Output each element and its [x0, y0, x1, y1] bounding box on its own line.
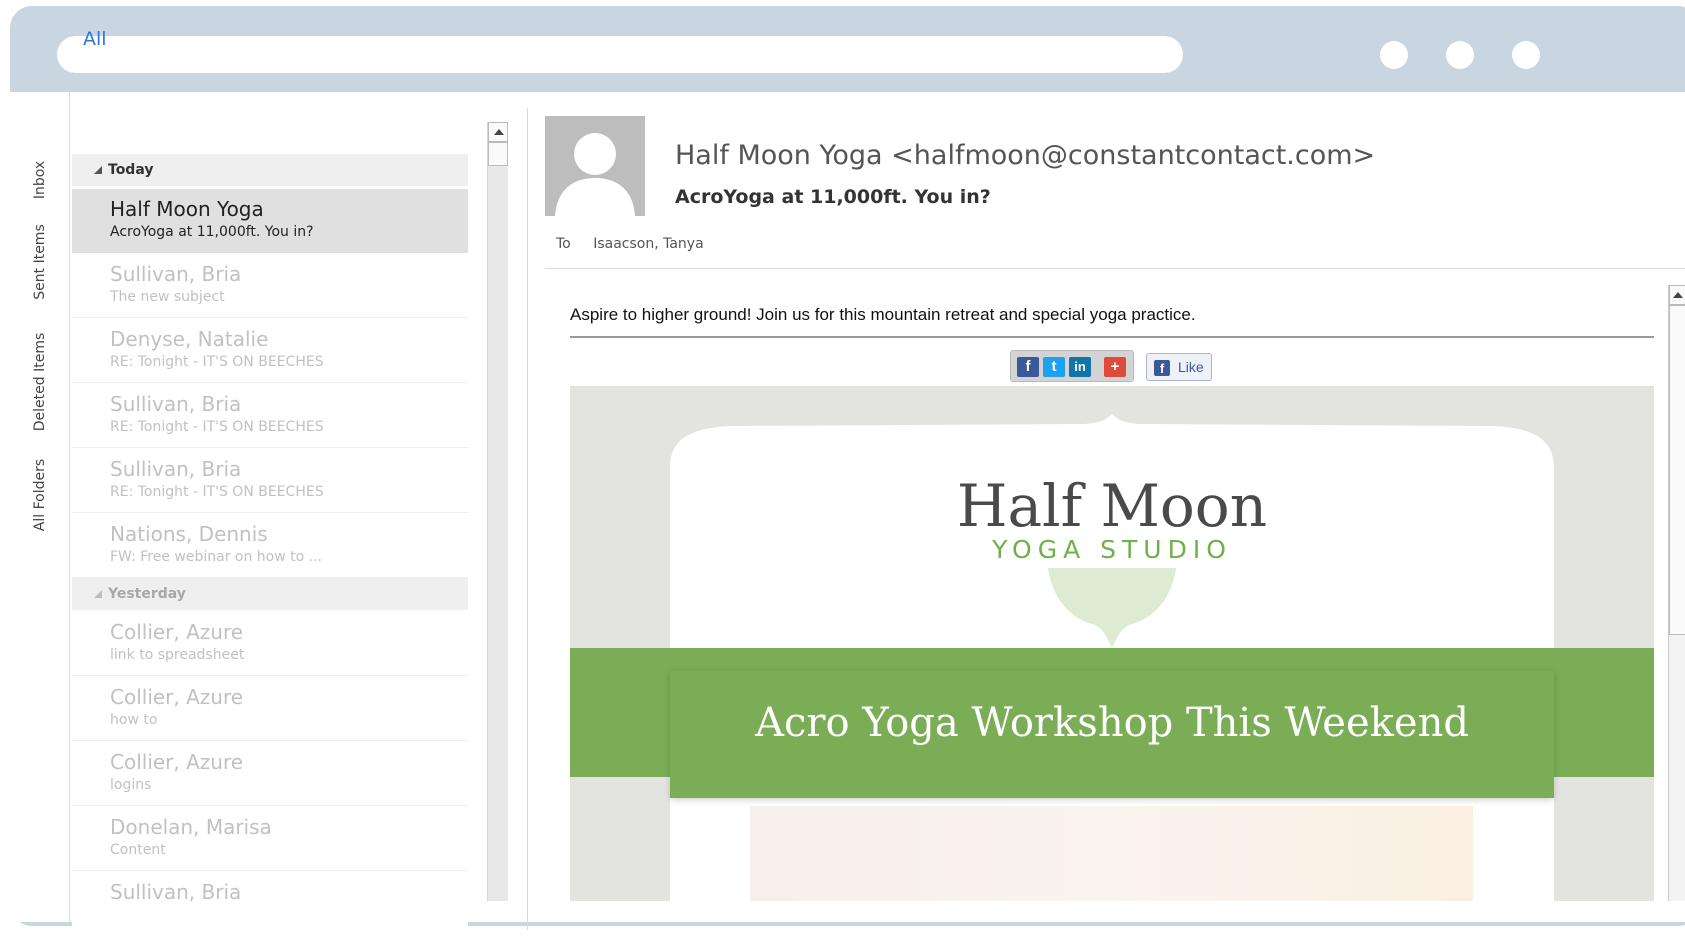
- scroll-thumb[interactable]: [1669, 305, 1685, 635]
- folder-sent-items[interactable]: Sent Items: [32, 224, 48, 299]
- message-subject: The new subject: [110, 289, 225, 305]
- to-recipient[interactable]: Isaacson, Tanya: [593, 236, 703, 252]
- message-sender: Donelan, Marisa: [110, 815, 272, 839]
- message-sender: Denyse, Natalie: [110, 327, 269, 351]
- group-label: Yesterday: [108, 586, 186, 602]
- message-sender: Nations, Dennis: [110, 522, 268, 546]
- message-sender: Sullivan, Bria: [110, 392, 242, 416]
- brand-tagline: YOGA STUDIO: [992, 535, 1232, 564]
- message-sender: Collier, Azure: [110, 750, 244, 774]
- facebook-like-button[interactable]: f Like: [1146, 353, 1212, 381]
- banner-title: Acro Yoga Workshop This Weekend: [755, 700, 1469, 746]
- group-label: Today: [108, 162, 154, 178]
- message-sender: Sullivan, Bria: [110, 880, 242, 904]
- message-subject: RE: Tonight - IT'S ON BEECHES: [110, 484, 324, 500]
- message-item[interactable]: Nations, Dennis FW: Free webinar on how …: [72, 514, 468, 578]
- facebook-icon[interactable]: f: [1017, 357, 1039, 377]
- twitter-icon[interactable]: t: [1043, 357, 1065, 377]
- group-header-yesterday[interactable]: Yesterday: [72, 578, 468, 610]
- collapse-triangle-icon[interactable]: [94, 166, 102, 174]
- message-item[interactable]: Donelan, Marisa Content: [72, 807, 468, 871]
- preheader-text: Aspire to higher ground! Join us for thi…: [570, 305, 1196, 324]
- window-dot-3[interactable]: [1512, 41, 1540, 69]
- message-subject: Content: [110, 842, 166, 858]
- message-item[interactable]: Sullivan, Bria: [72, 872, 468, 936]
- email-subject: AcroYoga at 11,000ft. You in?: [675, 186, 991, 208]
- message-item[interactable]: Sullivan, Bria The new subject: [72, 254, 468, 318]
- message-item[interactable]: Collier, Azure how to: [72, 677, 468, 741]
- scroll-thumb[interactable]: [488, 142, 508, 166]
- message-subject: AcroYoga at 11,000ft. You in?: [110, 224, 314, 240]
- message-subject: logins: [110, 777, 152, 793]
- window-dot-1[interactable]: [1380, 41, 1408, 69]
- message-sender: Collier, Azure: [110, 685, 244, 709]
- message-sender: Half Moon Yoga: [110, 197, 264, 221]
- scroll-up-arrow-icon[interactable]: [1669, 285, 1685, 305]
- message-list-scrollbar[interactable]: [487, 122, 508, 901]
- preheader-divider: [570, 336, 1654, 338]
- google-plus-icon[interactable]: +: [1104, 357, 1126, 377]
- folder-deleted-items[interactable]: Deleted Items: [32, 333, 48, 432]
- message-item[interactable]: Sullivan, Bria RE: Tonight - IT'S ON BEE…: [72, 449, 468, 513]
- like-label: Like: [1178, 359, 1204, 375]
- message-sender: Sullivan, Bria: [110, 457, 242, 481]
- message-sender: Collier, Azure: [110, 620, 244, 644]
- sender-avatar: [545, 116, 645, 216]
- window-dot-2[interactable]: [1446, 41, 1474, 69]
- message-item[interactable]: Sullivan, Bria RE: Tonight - IT'S ON BEE…: [72, 384, 468, 448]
- message-subject: RE: Tonight - IT'S ON BEECHES: [110, 419, 324, 435]
- collapse-triangle-icon[interactable]: [94, 590, 102, 598]
- message-item[interactable]: Denyse, Natalie RE: Tonight - IT'S ON BE…: [72, 319, 468, 383]
- scroll-up-arrow-icon[interactable]: [488, 122, 508, 142]
- linkedin-icon[interactable]: in: [1069, 357, 1091, 377]
- message-subject: RE: Tonight - IT'S ON BEECHES: [110, 354, 324, 370]
- message-subject: how to: [110, 712, 158, 728]
- folder-all-folders[interactable]: All Folders: [32, 459, 48, 531]
- message-subject: link to spreadsheet: [110, 647, 245, 663]
- filter-all[interactable]: All: [83, 28, 107, 50]
- from-header: Half Moon Yoga <halfmoon@constantcontact…: [675, 140, 1376, 171]
- newsletter-photo: [750, 806, 1473, 901]
- message-sender: Sullivan, Bria: [110, 262, 242, 286]
- brand-name: Half Moon: [956, 472, 1268, 540]
- pane-divider[interactable]: [527, 108, 528, 930]
- message-subject: FW: Free webinar on how to ...: [110, 549, 322, 565]
- social-share-bar: f t in +: [1010, 350, 1134, 382]
- folder-inbox[interactable]: Inbox: [32, 161, 48, 199]
- folder-rail: Inbox Sent Items Deleted Items All Folde…: [10, 92, 70, 922]
- facebook-icon: f: [1154, 360, 1170, 376]
- lotus-logo-icon: [1048, 568, 1176, 648]
- address-bar[interactable]: [57, 36, 1183, 73]
- group-header-today[interactable]: Today: [72, 154, 468, 186]
- message-item-selected[interactable]: Half Moon Yoga AcroYoga at 11,000ft. You…: [72, 189, 468, 253]
- header-divider: [545, 268, 1685, 269]
- person-silhouette-icon: [545, 116, 645, 216]
- message-item[interactable]: Collier, Azure logins: [72, 742, 468, 806]
- reading-pane-scrollbar[interactable]: [1668, 285, 1685, 901]
- message-item[interactable]: Collier, Azure link to spreadsheet: [72, 612, 468, 676]
- to-label: To: [556, 236, 571, 252]
- to-row: To Isaacson, Tanya: [556, 236, 704, 252]
